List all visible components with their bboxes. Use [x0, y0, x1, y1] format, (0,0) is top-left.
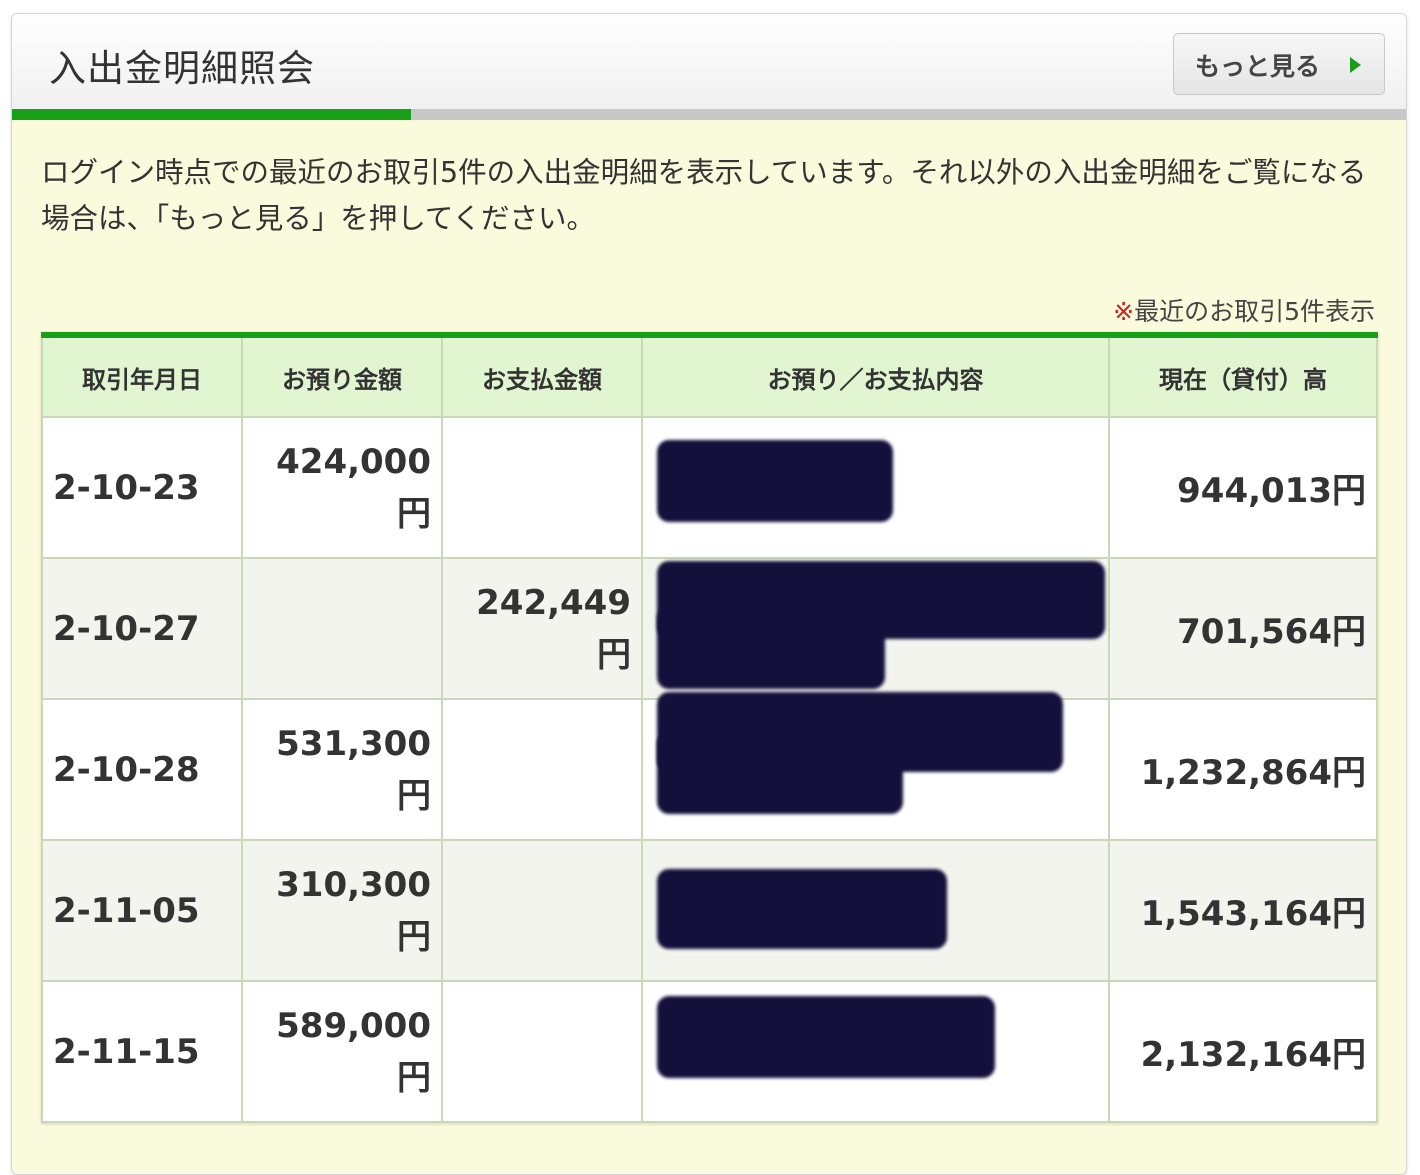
column-header-balance: 現在（貸付）高 [1108, 334, 1378, 418]
note-text: 最近のお取引5件表示 [1134, 297, 1375, 326]
recent-note: ※最近のお取引5件表示 [1113, 292, 1375, 328]
header-underline [12, 109, 1406, 120]
deposit-cell: 589,000 円 [241, 980, 443, 1123]
description-text: ログイン時点での最近のお取引5件の入出金明細を表示しています。それ以外の入出金明… [41, 156, 1367, 235]
table-header-row: 取引年月日 お預り金額 お支払金額 お預り／お支払内容 現在（貸付）高 [41, 334, 1378, 418]
payment-cell [441, 839, 643, 982]
date-cell: 2-10-27 [41, 557, 243, 700]
balance-cell: 701,564円 [1108, 557, 1378, 700]
redaction-mark [657, 732, 903, 814]
deposit-amount: 424,000 [276, 441, 431, 482]
redaction-mark [657, 440, 893, 522]
payment-cell [441, 980, 643, 1123]
payment-amount: 242,449 [476, 582, 631, 623]
payment-unit: 円 [597, 634, 631, 675]
detail-cell [641, 980, 1110, 1123]
date-cell: 2-11-15 [41, 980, 243, 1123]
column-header-payment: お支払金額 [441, 334, 643, 418]
column-header-date: 取引年月日 [41, 334, 243, 418]
balance-cell: 944,013円 [1108, 416, 1378, 559]
play-arrow-icon [1350, 57, 1361, 73]
redaction-mark [657, 996, 995, 1078]
date-cell: 2-11-05 [41, 839, 243, 982]
deposit-cell: 531,300 円 [241, 698, 443, 841]
deposit-cell: 310,300 円 [241, 839, 443, 982]
deposit-cell: 424,000 円 [241, 416, 443, 559]
note-mark: ※ [1113, 297, 1135, 326]
balance-cell: 1,543,164円 [1108, 839, 1378, 982]
deposit-unit: 円 [397, 493, 431, 534]
page-title: 入出金明細照会 [49, 47, 315, 90]
header-underline-active [12, 109, 411, 120]
table-row: 2-10-28 531,300 円 1,232,864円 [41, 692, 1378, 841]
column-header-deposit: お預り金額 [241, 334, 443, 418]
table-row: 2-10-23 424,000 円 944,013円 [41, 416, 1378, 559]
detail-cell [641, 416, 1110, 559]
table-row: 2-10-27 242,449 円 701,564円 [41, 557, 1378, 700]
date-cell: 2-10-23 [41, 416, 243, 559]
redaction-mark [657, 869, 947, 949]
table-row: 2-11-15 589,000 円 2,132,164円 [41, 980, 1378, 1123]
date-cell: 2-10-28 [41, 698, 243, 841]
column-header-detail: お預り／お支払内容 [641, 334, 1110, 418]
redaction-mark [657, 607, 885, 689]
deposit-amount: 589,000 [276, 1005, 431, 1046]
payment-cell [441, 698, 643, 841]
detail-cell [641, 692, 1110, 841]
balance-cell: 1,232,864円 [1108, 698, 1378, 841]
detail-cell [641, 557, 1110, 700]
deposit-cell [241, 557, 443, 700]
deposit-amount: 310,300 [276, 864, 431, 905]
balance-cell: 2,132,164円 [1108, 980, 1378, 1123]
panel-header: 入出金明細照会 もっと見る [12, 14, 1406, 109]
deposit-amount: 531,300 [276, 723, 431, 764]
transaction-history-panel: 入出金明細照会 もっと見る ログイン時点での最近のお取引5件の入出金明細を表示し… [11, 13, 1407, 1175]
transaction-table: 取引年月日 お預り金額 お支払金額 お預り／お支払内容 現在（貸付）高 2-10… [41, 332, 1378, 1123]
payment-cell: 242,449 円 [441, 557, 643, 700]
detail-cell [641, 839, 1110, 982]
more-button[interactable]: もっと見る [1173, 33, 1385, 95]
deposit-unit: 円 [397, 775, 431, 816]
payment-cell [441, 416, 643, 559]
table-row: 2-11-05 310,300 円 1,543,164円 [41, 839, 1378, 982]
deposit-unit: 円 [397, 1057, 431, 1098]
more-button-label: もっと見る [1195, 52, 1321, 81]
deposit-unit: 円 [397, 916, 431, 957]
